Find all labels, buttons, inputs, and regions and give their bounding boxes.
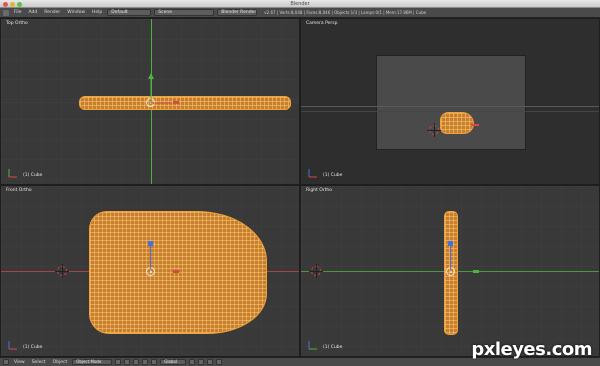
viewport-label: Right Ortho xyxy=(306,188,333,193)
translate-icon[interactable] xyxy=(142,359,149,365)
render-icon[interactable] xyxy=(216,359,223,365)
layer-icon[interactable] xyxy=(198,359,205,365)
manipulator-x-arrow[interactable] xyxy=(173,270,179,273)
manipulator-z-arrow[interactable] xyxy=(148,241,153,246)
scene-value: Scene xyxy=(158,10,173,15)
editor-type-icon[interactable] xyxy=(3,359,9,365)
viewport-label: Camera Persp xyxy=(306,21,338,26)
menu-add[interactable]: Add xyxy=(27,10,40,15)
viewport-front-ortho[interactable]: Front Ortho (1) Cube xyxy=(0,185,300,357)
axis-gizmo xyxy=(8,169,17,178)
menu-select[interactable]: Select xyxy=(30,360,48,365)
camera-frame xyxy=(376,55,526,150)
snap-icon[interactable] xyxy=(207,359,214,365)
active-object-label: (1) Cube xyxy=(323,345,343,350)
manipulator-z-arrow[interactable] xyxy=(448,241,453,246)
viewport-label: Front Ortho xyxy=(6,188,32,193)
window-title: Blender xyxy=(290,1,310,7)
menu-object[interactable]: Object xyxy=(51,360,70,365)
active-object-label: (1) Cube xyxy=(323,173,343,178)
axis-gizmo xyxy=(308,169,317,178)
cube-mesh-top[interactable] xyxy=(79,96,291,110)
window-titlebar: Blender xyxy=(0,0,600,8)
manipulator-x-arrow[interactable] xyxy=(471,124,479,126)
transform-manipulator[interactable] xyxy=(131,71,171,111)
horizon-line xyxy=(301,106,599,107)
active-object-label: (1) Cube xyxy=(23,173,43,178)
menu-view[interactable]: View xyxy=(12,360,27,365)
render-engine-selector[interactable]: Blender Render xyxy=(217,9,258,16)
info-header: File Add Render Window Help Default Scen… xyxy=(0,8,600,18)
3d-cursor xyxy=(55,264,69,278)
layer-icon[interactable] xyxy=(189,359,196,365)
mode-value: Object Mode xyxy=(76,359,102,364)
menu-file[interactable]: File xyxy=(12,10,24,15)
axis-gizmo xyxy=(8,341,17,350)
render-engine-value: Blender Render xyxy=(221,10,257,15)
orientation-selector[interactable]: Global xyxy=(160,359,187,365)
menu-help[interactable]: Help xyxy=(90,10,104,15)
rotate-icon[interactable] xyxy=(151,359,158,365)
scene-statistics: v2.67 | Verts:8,048 | Faces:8,046 | Obje… xyxy=(264,10,427,15)
layout-value: Default xyxy=(111,10,128,15)
viewport-label: Top Ortho xyxy=(6,21,28,26)
orientation-value: Global xyxy=(164,359,177,364)
viewport-camera-persp[interactable]: Camera Persp (1) Cube xyxy=(300,18,600,185)
menu-render[interactable]: Render xyxy=(42,10,62,15)
manipulator-y-arrow xyxy=(148,73,154,79)
editor-type-icon[interactable] xyxy=(3,9,9,16)
3d-cursor xyxy=(427,123,441,137)
manipulator-x-arrow[interactable] xyxy=(173,101,179,104)
viewport-right-ortho[interactable]: Right Ortho (1) Cube xyxy=(300,185,600,357)
3d-cursor xyxy=(309,264,323,278)
active-object-label: (1) Cube xyxy=(23,345,43,350)
viewport-top-ortho[interactable]: Top Ortho (1) Cube xyxy=(0,18,300,185)
layout-selector[interactable]: Default xyxy=(107,9,152,16)
shading-icon[interactable] xyxy=(115,359,122,365)
pivot-icon[interactable] xyxy=(124,359,131,365)
scene-selector[interactable]: Scene xyxy=(154,9,215,16)
mode-selector[interactable]: Object Mode xyxy=(72,359,113,365)
manipulator-toggle-icon[interactable] xyxy=(133,359,140,365)
menu-window[interactable]: Window xyxy=(65,10,87,15)
watermark-logo: pxleyes.com xyxy=(471,339,592,360)
manipulator-y-arrow[interactable] xyxy=(473,270,479,273)
axis-gizmo xyxy=(308,341,317,350)
cube-mesh-camera[interactable] xyxy=(440,112,474,134)
